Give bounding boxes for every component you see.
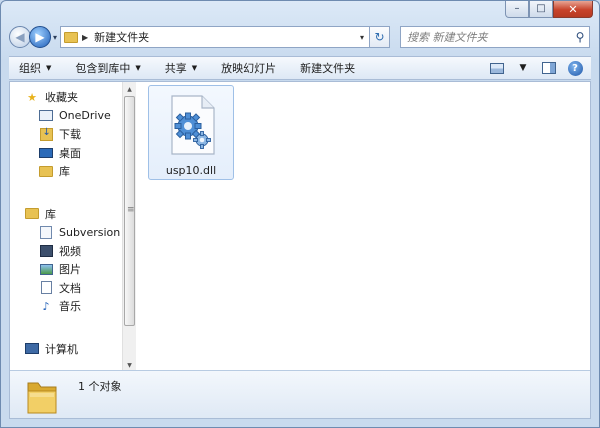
- desktop-icon: [38, 146, 54, 160]
- dropdown-arrow-icon: ▼: [191, 64, 198, 72]
- file-item[interactable]: usp10.dll: [148, 85, 234, 180]
- sidebar-item-favorites[interactable]: ★ 收藏夹: [10, 88, 122, 107]
- music-note-icon: ♪: [42, 299, 50, 313]
- minimize-button[interactable]: –: [505, 1, 529, 18]
- search-placeholder: 搜索 新建文件夹: [407, 31, 488, 44]
- dropdown-arrow-icon: ▼: [46, 64, 52, 72]
- sidebar-item-label: 收藏夹: [45, 91, 78, 105]
- sidebar-item-label: OneDrive: [59, 109, 111, 123]
- sidebar-item-label: 视频: [59, 244, 81, 258]
- star-icon: ★: [27, 90, 37, 104]
- minimize-icon: –: [514, 3, 520, 14]
- sidebar-item-onedrive[interactable]: OneDrive: [10, 107, 122, 126]
- slideshow-button[interactable]: 放映幻灯片: [221, 60, 276, 76]
- address-dropdown-icon[interactable]: ▾: [355, 33, 369, 42]
- sidebar-item-libraries[interactable]: 库: [10, 205, 122, 224]
- help-icon: ?: [567, 60, 583, 76]
- sidebar-item-label: 桌面: [59, 146, 81, 160]
- organize-label: 组织: [19, 62, 41, 75]
- recent-pages-dropdown[interactable]: ▾: [53, 33, 57, 42]
- sidebar-item-label: 下载: [59, 128, 81, 142]
- refresh-button[interactable]: ↻: [370, 26, 391, 48]
- organize-menu[interactable]: 组织 ▼: [19, 60, 51, 76]
- scrollbar-thumb[interactable]: [124, 96, 135, 326]
- search-icon[interactable]: ⚲: [571, 30, 589, 44]
- forward-button[interactable]: ▶: [29, 26, 51, 48]
- computer-group: 计算机: [10, 340, 122, 359]
- caption-buttons: – □ ✕: [505, 1, 593, 18]
- sidebar-item-desktop[interactable]: 桌面: [10, 144, 122, 163]
- help-button[interactable]: ?: [567, 60, 583, 76]
- close-button[interactable]: ✕: [553, 1, 593, 18]
- include-in-library-label: 包含到库中: [75, 62, 131, 75]
- video-icon: [38, 244, 54, 258]
- computer-icon: [24, 342, 40, 356]
- change-view-button[interactable]: [489, 61, 505, 75]
- sidebar-item-music[interactable]: ♪ 音乐: [10, 297, 122, 316]
- sidebar-item-label: Subversion: [59, 225, 121, 239]
- breadcrumb-separator-icon[interactable]: ▶: [82, 33, 88, 42]
- navigation-pane-scrollbar[interactable]: ▲ ▼: [122, 82, 136, 372]
- sidebar-item-videos[interactable]: 视频: [10, 242, 122, 261]
- sidebar-item-label: 库: [59, 165, 70, 179]
- file-list: usp10.dll: [137, 82, 590, 372]
- slideshow-label: 放映幻灯片: [221, 62, 277, 75]
- navigation-pane: ★ 收藏夹 OneDrive 下载 桌面 库 库 Subversion 视频 图片…: [10, 82, 122, 372]
- sidebar-item-documents[interactable]: 文档: [10, 279, 122, 298]
- libraries-group: 库 Subversion 视频 图片 文档 ♪ 音乐: [10, 205, 122, 316]
- preview-pane-icon: [542, 62, 556, 74]
- share-menu[interactable]: 共享 ▼: [165, 60, 197, 76]
- search-input[interactable]: 搜索 新建文件夹 ⚲: [400, 26, 591, 48]
- refresh-icon: ↻: [374, 30, 385, 44]
- dll-gear-file-icon: [171, 95, 215, 155]
- back-button[interactable]: ◀: [9, 26, 31, 48]
- sidebar-item-label: 音乐: [59, 300, 81, 314]
- downloads-folder-icon: [38, 127, 54, 141]
- address-bar[interactable]: ▶ 新建文件夹 ▾: [60, 26, 371, 48]
- sidebar-item-computer[interactable]: 计算机: [10, 340, 122, 359]
- scroll-up-icon[interactable]: ▲: [123, 82, 136, 96]
- new-folder-button[interactable]: 新建文件夹: [300, 60, 355, 76]
- new-folder-label: 新建文件夹: [300, 62, 356, 75]
- maximize-icon: □: [536, 3, 546, 14]
- include-in-library-menu[interactable]: 包含到库中 ▼: [75, 60, 140, 76]
- sidebar-item-library-shortcut[interactable]: 库: [10, 162, 122, 181]
- sidebar-item-label: 计算机: [45, 342, 78, 356]
- sidebar-item-downloads[interactable]: 下载: [10, 125, 122, 144]
- maximize-button[interactable]: □: [529, 1, 553, 18]
- explorer-window: – □ ✕ ◀ ▶ ▾ ▶ 新建文件夹 ▾ ↻ 搜索 新建文件夹 ⚲ 组织 ▼ 包…: [0, 0, 600, 428]
- back-arrow-icon: ◀: [15, 30, 25, 44]
- subversion-library-icon: [38, 225, 54, 239]
- sidebar-item-label: 文档: [59, 281, 81, 295]
- item-count: 1 个对象: [78, 380, 122, 393]
- sidebar-item-pictures[interactable]: 图片: [10, 260, 122, 279]
- file-name: usp10.dll: [165, 164, 217, 177]
- favorites-group: ★ 收藏夹 OneDrive 下载 桌面 库: [10, 88, 122, 181]
- view-icon: [490, 62, 504, 74]
- folder-icon: [27, 382, 57, 414]
- view-options-dropdown[interactable]: ▼: [515, 61, 531, 75]
- document-icon: [38, 281, 54, 295]
- picture-icon: [38, 262, 54, 276]
- library-icon: [24, 207, 40, 221]
- breadcrumb-current-folder[interactable]: 新建文件夹: [94, 29, 355, 45]
- navigation-bar: ◀ ▶ ▾ ▶ 新建文件夹 ▾ ↻ 搜索 新建文件夹 ⚲: [9, 25, 591, 49]
- dropdown-arrow-icon: ▼: [135, 64, 141, 72]
- preview-pane-button[interactable]: [541, 61, 557, 75]
- folder-icon: [64, 31, 79, 43]
- onedrive-icon: [38, 109, 54, 123]
- details-pane: 1 个对象: [10, 370, 590, 418]
- main-area: ★ 收藏夹 OneDrive 下载 桌面 库 库 Subversion 视频 图片…: [9, 81, 591, 419]
- sidebar-item-label: 库: [45, 207, 56, 221]
- close-icon: ✕: [568, 2, 578, 16]
- view-controls: ▼ ?: [489, 60, 591, 76]
- command-bar: 组织 ▼ 包含到库中 ▼ 共享 ▼ 放映幻灯片 新建文件夹 ▼ ?: [9, 56, 591, 80]
- forward-arrow-icon: ▶: [35, 30, 45, 44]
- library-icon: [38, 164, 54, 178]
- sidebar-item-subversion[interactable]: Subversion: [10, 223, 122, 242]
- sidebar-item-label: 图片: [59, 263, 81, 277]
- share-label: 共享: [164, 62, 187, 75]
